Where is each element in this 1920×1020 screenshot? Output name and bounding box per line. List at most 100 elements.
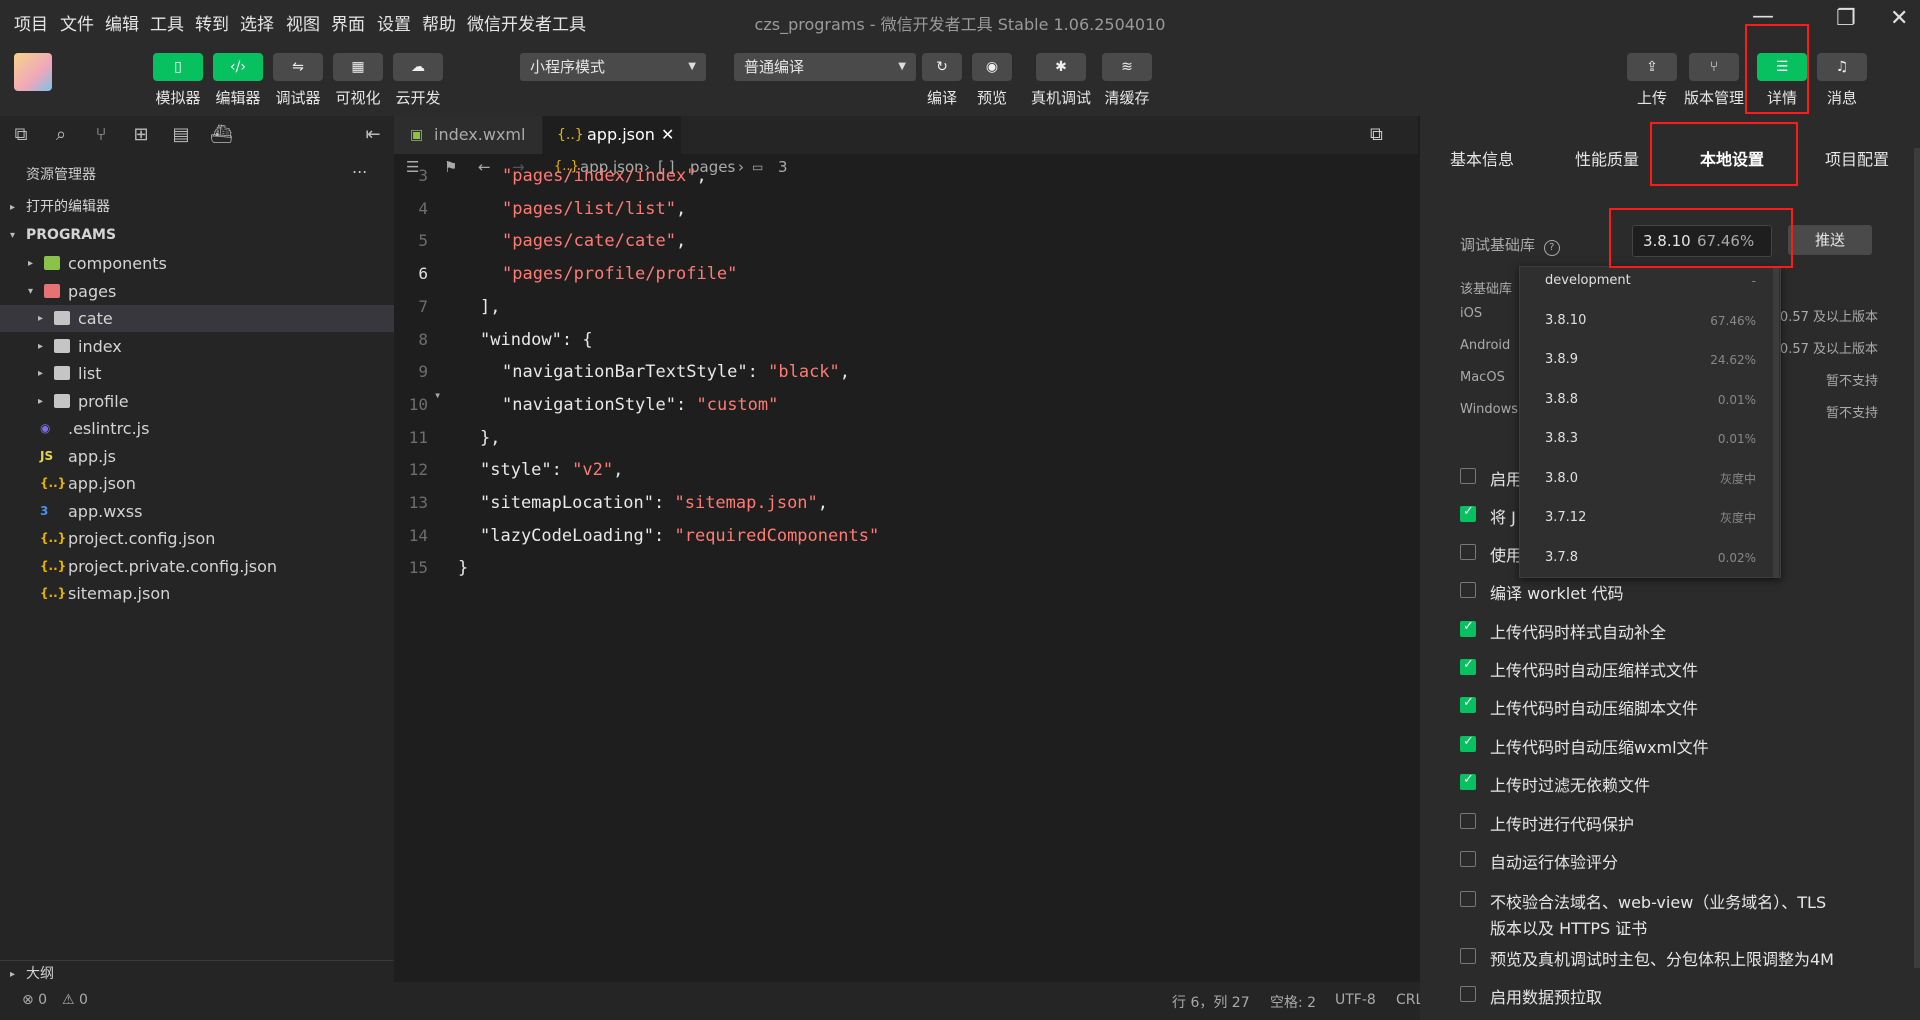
phone-button[interactable]: ▯ (153, 53, 203, 81)
tree-item-label: profile (78, 391, 129, 411)
version-option[interactable]: 3.8.9 24.62% (1520, 340, 1780, 380)
bell-button[interactable]: ♫ (1817, 53, 1867, 81)
tree-item[interactable]: ▸ list (0, 360, 394, 387)
fold-icon[interactable]: ▾ (434, 388, 441, 402)
tree-item[interactable]: ▸ profile (0, 388, 394, 415)
bookmark-icon[interactable]: ⚑ (444, 154, 457, 180)
tree-item[interactable]: ▸ components (0, 250, 394, 277)
code-token: "black" (768, 362, 840, 383)
split-editor-icon[interactable]: ⧉ (1370, 124, 1383, 145)
scrollbar[interactable] (1914, 148, 1920, 968)
bug-button[interactable]: ✱ (1036, 53, 1086, 81)
tree-item[interactable]: {..} sitemap.json (0, 580, 394, 607)
warning-count[interactable]: ⚠ 0 (62, 992, 88, 1008)
version-option-label: 3.8.8 (1545, 391, 1579, 407)
tab-index-wxml[interactable]: ▣ index.wxml (394, 116, 542, 154)
folder-icon (44, 283, 60, 298)
version-option[interactable]: 3.7.12 灰度中 (1520, 498, 1780, 538)
push-button[interactable]: 推送 (1788, 225, 1872, 255)
details-tab[interactable]: 性能质量 (1575, 146, 1639, 170)
breadcrumb-index[interactable]: 3 (778, 154, 788, 180)
tree-item[interactable]: ▸ cate (0, 305, 394, 332)
cloud-button[interactable]: ☁ (393, 53, 443, 81)
layers-button[interactable]: ≋ (1102, 53, 1152, 81)
line-number: 14 (408, 525, 428, 545)
toolbar-label: 真机调试 (1030, 89, 1091, 107)
close-icon[interactable]: ✕ (1890, 6, 1908, 31)
extensions-icon[interactable]: ⊞ (130, 124, 152, 146)
search-icon[interactable]: ⌕ (50, 124, 72, 146)
checkbox[interactable] (1460, 948, 1476, 964)
cursor-position[interactable]: 行 6，列 27 (1172, 992, 1250, 1012)
tab-app-json[interactable]: {..} app.json ✕ (543, 116, 681, 154)
project-section[interactable]: ▾ PROGRAMS (0, 222, 394, 249)
tree-item[interactable]: JS app.js (0, 443, 394, 470)
encoding[interactable]: UTF-8 (1335, 992, 1376, 1008)
tree-item[interactable]: {..} project.config.json (0, 525, 394, 552)
upload-button[interactable]: ⇪ (1627, 53, 1677, 81)
layout-icon: ▦ (351, 59, 365, 75)
version-option[interactable]: 3.8.10 67.46% (1520, 301, 1780, 341)
source-control-icon[interactable]: ⑂ (90, 124, 112, 146)
indent-setting[interactable]: 空格: 2 (1270, 992, 1316, 1012)
dropdown-scrollbar[interactable] (1773, 267, 1779, 577)
refresh-button[interactable]: ↻ (922, 53, 962, 81)
code-button[interactable]: ‹/› (213, 53, 263, 81)
version-option[interactable]: 3.8.8 0.01% (1520, 380, 1780, 420)
checkbox[interactable] (1460, 619, 1476, 637)
json-file-icon: {..} (40, 558, 67, 573)
files-icon[interactable]: ⧉ (10, 124, 32, 146)
tree-item[interactable]: 3 app.wxss (0, 498, 394, 525)
code-editor[interactable]: 3 "pages/index/index", 4 "pages/list/list",… (394, 166, 1418, 982)
explorer-title: 资源管理器 (26, 167, 96, 183)
error-count[interactable]: ⊗ 0 (22, 992, 47, 1008)
tree-item[interactable]: ▾ pages (0, 278, 394, 305)
code-token: , (676, 198, 687, 219)
toolbar-label: 消息 (1826, 89, 1857, 107)
version-option[interactable]: 3.8.0 灰度中 (1520, 459, 1780, 499)
code-token: , (696, 166, 707, 186)
close-tab-icon[interactable]: ✕ (661, 116, 674, 154)
checkbox[interactable] (1460, 695, 1476, 713)
tree-item[interactable]: {..} app.json (0, 470, 394, 497)
checkbox[interactable] (1460, 544, 1476, 560)
checkbox[interactable] (1460, 891, 1476, 907)
branch-button[interactable]: ⑂ (1689, 53, 1739, 81)
tree-item[interactable]: {..} project.private.config.json (0, 553, 394, 580)
checkbox[interactable] (1460, 734, 1476, 752)
chevron-icon: ▸ (38, 395, 44, 407)
debug-button[interactable]: ⇋ (273, 53, 323, 81)
version-option[interactable]: 3.8.3 0.01% (1520, 419, 1780, 459)
maximize-icon[interactable]: ❐ (1836, 6, 1856, 31)
tree-item[interactable]: ◉ .eslintrc.js (0, 415, 394, 442)
eye-button[interactable]: ◉ (972, 53, 1012, 81)
open-editors-section[interactable]: ▸ 打开的编辑器 (0, 194, 394, 221)
checkbox[interactable] (1460, 772, 1476, 790)
collapse-panel-icon[interactable]: ⇤ (362, 124, 384, 146)
tree-item-label: app.js (68, 446, 116, 466)
details-tab[interactable]: 基本信息 (1450, 146, 1514, 170)
back-icon[interactable]: ← (478, 154, 491, 180)
tree-item[interactable]: ▸ index (0, 333, 394, 360)
compile-select[interactable]: 普通编译 ▼ (734, 53, 916, 81)
checkbox[interactable] (1460, 504, 1476, 522)
checkbox[interactable] (1460, 986, 1476, 1002)
phone-icon: ▯ (174, 59, 182, 75)
checkbox[interactable] (1460, 851, 1476, 867)
mode-select[interactable]: 小程序模式 ▼ (520, 53, 706, 81)
checkbox[interactable] (1460, 468, 1476, 484)
code-line: "pages/index/index", (502, 166, 707, 186)
checkbox[interactable] (1460, 657, 1476, 675)
docker-icon[interactable]: ⛴ (210, 124, 233, 146)
checkbox[interactable] (1460, 582, 1476, 598)
storage-icon[interactable]: ▤ (170, 124, 192, 146)
layout-button[interactable]: ▦ (333, 53, 383, 81)
avatar[interactable] (14, 53, 52, 91)
code-line: }, (480, 428, 500, 448)
version-option[interactable]: development - (1520, 267, 1780, 301)
checkbox[interactable] (1460, 813, 1476, 829)
more-icon[interactable]: ... (352, 158, 367, 177)
code-token: "lazyCodeLoading" (480, 525, 654, 546)
details-tab[interactable]: 项目配置 (1825, 146, 1889, 170)
version-option[interactable]: 3.7.8 0.02% (1520, 538, 1780, 578)
